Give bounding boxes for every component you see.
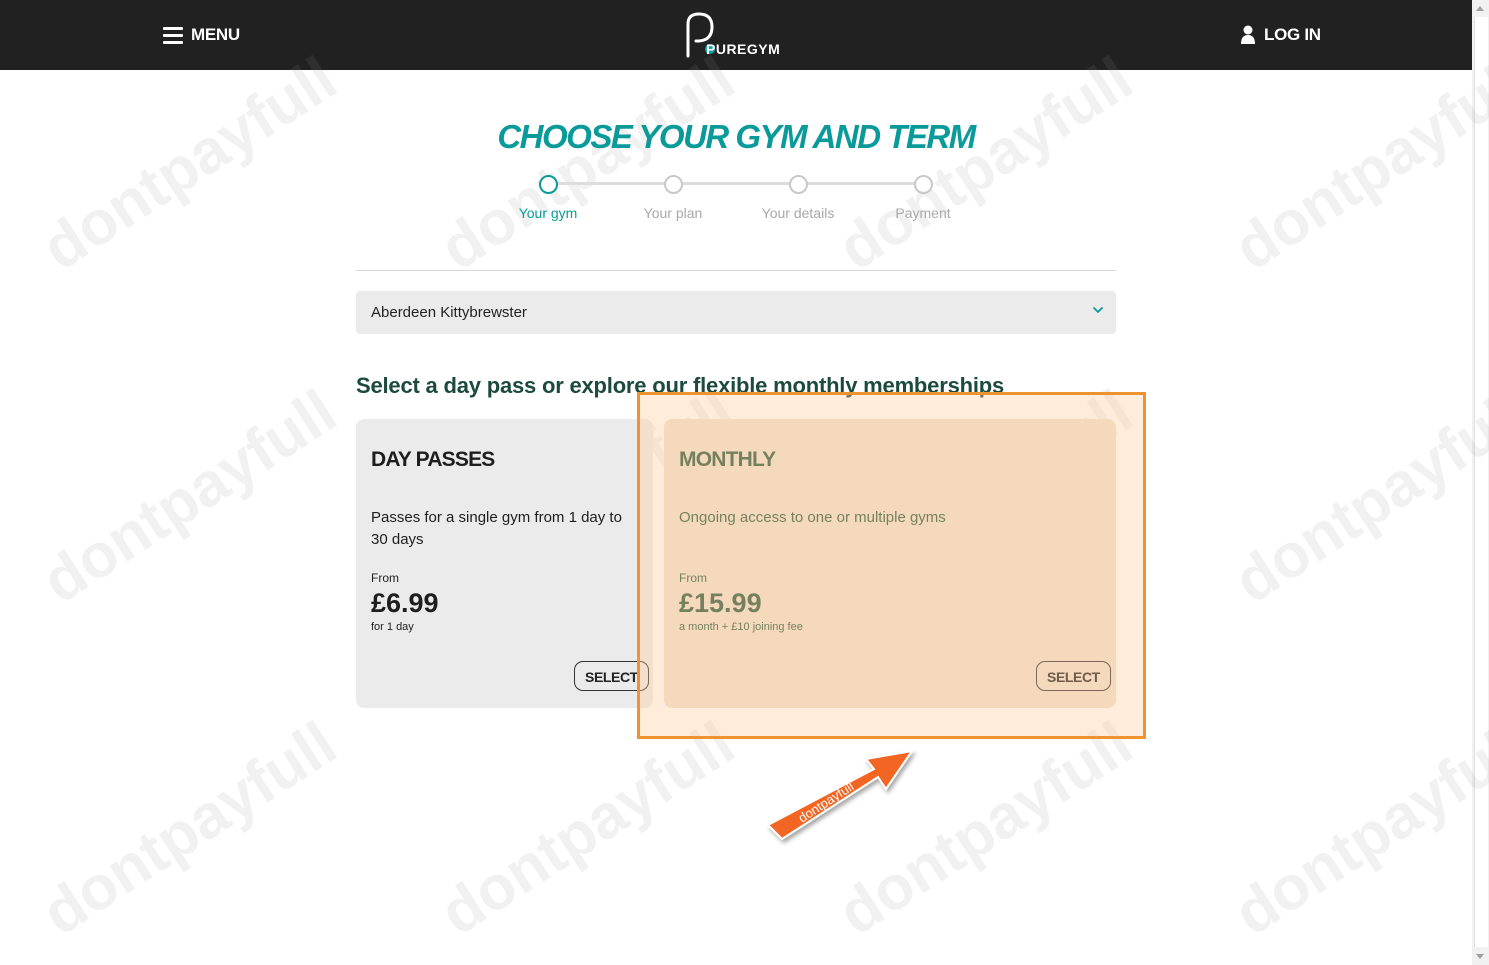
step-dot-your-details — [789, 175, 808, 194]
progress-line — [548, 182, 923, 185]
watermark-text: dontpayfull — [30, 708, 349, 949]
page-title: CHOOSE YOUR GYM AND TERM — [497, 118, 976, 155]
gym-select-value: Aberdeen Kittybrewster — [371, 304, 527, 321]
card-price: £6.99 — [371, 588, 439, 618]
step-label-your-gym: Your gym — [518, 205, 578, 221]
watermark-text: dontpayfull — [1222, 376, 1489, 617]
page-scrollbar[interactable] — [1472, 0, 1489, 965]
scroll-up-icon[interactable] — [1476, 6, 1484, 11]
puregym-logo[interactable]: PUREGYM — [684, 10, 794, 62]
divider — [356, 270, 1116, 271]
menu-label: MENU — [191, 25, 240, 44]
watermark-text: dontpayfull — [826, 43, 1145, 284]
step-label-your-details: Your details — [761, 205, 835, 221]
logo-text: PUREGYM — [706, 41, 781, 57]
scroll-down-icon[interactable] — [1476, 954, 1484, 959]
pointer-arrow-icon: dontpayfull — [766, 749, 915, 841]
watermark-text: dontpayfull — [428, 708, 747, 949]
scroll-thumb[interactable] — [1474, 17, 1488, 947]
watermark-text: dontpayfull — [1222, 708, 1489, 949]
card-title: DAY PASSES — [371, 448, 495, 471]
day-passes-card[interactable]: DAY PASSES Passes for a single gym from … — [356, 419, 653, 708]
arrow-label: dontpayfull — [795, 779, 856, 826]
card-description: Passes for a single gym from 1 day to 30… — [371, 509, 622, 548]
price-from-label: From — [371, 571, 399, 585]
watermark-text: dontpayfull — [30, 376, 349, 617]
watermark-text: dontpayfull — [30, 43, 349, 284]
user-icon — [1241, 25, 1255, 44]
watermark-text: dontpayfull — [1222, 43, 1489, 284]
step-dot-payment — [914, 175, 933, 194]
login-label: LOG IN — [1264, 25, 1321, 44]
step-dot-your-plan — [664, 175, 683, 194]
step-label-your-plan: Your plan — [643, 205, 703, 221]
hamburger-icon — [163, 27, 183, 44]
site-header: MENU PUREGYM LOG IN — [0, 0, 1472, 70]
watermark-text: dontpayfull — [428, 43, 747, 284]
gym-select[interactable]: Aberdeen Kittybrewster — [356, 291, 1116, 334]
card-price-subtext: for 1 day — [371, 621, 414, 633]
step-label-payment: Payment — [895, 205, 951, 221]
step-dot-your-gym — [539, 175, 558, 194]
highlight-box — [637, 392, 1146, 739]
login-button[interactable]: LOG IN — [1240, 25, 1321, 45]
chevron-down-icon — [1093, 307, 1103, 314]
menu-button[interactable]: MENU — [163, 25, 240, 45]
